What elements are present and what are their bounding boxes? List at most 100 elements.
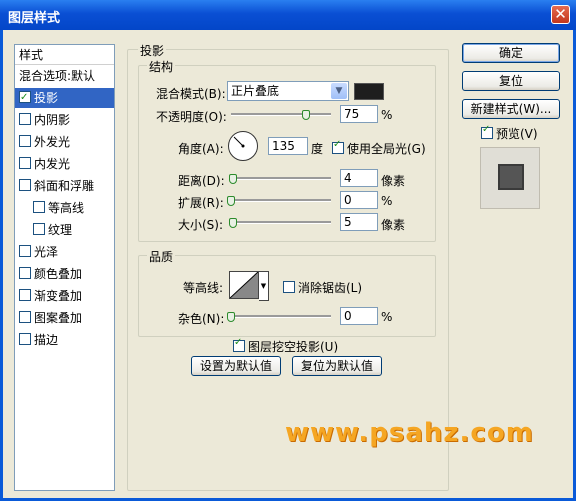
- size-label: 大小(S):: [178, 218, 224, 232]
- style-item[interactable]: 图案叠加: [15, 308, 114, 328]
- angle-dial[interactable]: [228, 131, 258, 161]
- use-global-light-checkbox[interactable]: 使用全局光(G): [332, 139, 426, 157]
- size-input[interactable]: 5: [340, 213, 378, 231]
- structure-title: 结构: [147, 58, 176, 75]
- style-item-checkbox-icon[interactable]: [19, 157, 31, 169]
- use-global-light-check-icon[interactable]: [332, 139, 344, 154]
- anti-aliased-label: 消除锯齿(L): [298, 281, 363, 295]
- style-item-label: 描边: [34, 333, 59, 347]
- style-item-checkbox-icon[interactable]: [19, 135, 31, 147]
- dialog-client-area: 样式 混合选项:默认投影内阴影外发光内发光斜面和浮雕等高线纹理光泽颜色叠加渐变叠…: [3, 30, 573, 498]
- knockout-label: 图层挖空投影(U): [248, 340, 339, 354]
- style-item[interactable]: 描边: [15, 330, 114, 350]
- use-global-light-label: 使用全局光(G): [347, 142, 426, 156]
- set-default-button[interactable]: 设置为默认值: [191, 356, 281, 376]
- title-bar[interactable]: 图层样式 ✕: [0, 0, 576, 30]
- blend-mode-select[interactable]: 正片叠底 ▼: [227, 81, 349, 101]
- spread-slider[interactable]: [231, 199, 331, 202]
- opacity-slider-thumb[interactable]: [302, 110, 310, 120]
- style-item-checkbox-icon[interactable]: [33, 223, 45, 235]
- preview-label: 预览(V): [496, 127, 538, 141]
- style-item[interactable]: 混合选项:默认: [15, 66, 114, 86]
- quality-title: 品质: [147, 248, 176, 265]
- style-item-checkbox-icon[interactable]: [19, 333, 31, 345]
- angle-unit: 度: [311, 142, 324, 156]
- chevron-down-icon[interactable]: ▼: [331, 83, 347, 99]
- distance-slider-thumb[interactable]: [229, 174, 237, 184]
- spread-unit: %: [381, 194, 393, 208]
- opacity-unit: %: [381, 108, 393, 122]
- contour-preview[interactable]: [229, 271, 259, 299]
- opacity-input[interactable]: 75: [340, 105, 378, 123]
- distance-input[interactable]: 4: [340, 169, 378, 187]
- style-item-label: 内阴影: [34, 113, 71, 127]
- style-item-label: 斜面和浮雕: [34, 179, 95, 193]
- size-slider-thumb[interactable]: [229, 218, 237, 228]
- distance-unit: 像素: [381, 174, 406, 188]
- shadow-color-swatch[interactable]: [354, 83, 384, 100]
- reset-default-button[interactable]: 复位为默认值: [292, 356, 382, 376]
- reset-button[interactable]: 复位: [462, 71, 560, 91]
- linear-contour-icon: [230, 272, 258, 298]
- blend-mode-label: 混合模式(B):: [156, 87, 226, 101]
- spread-slider-thumb[interactable]: [227, 196, 235, 206]
- style-item-checkbox-icon[interactable]: [19, 179, 31, 191]
- style-item[interactable]: 投影: [15, 88, 114, 108]
- opacity-label: 不透明度(O):: [156, 110, 227, 124]
- preview-check-icon[interactable]: [481, 124, 493, 139]
- knockout-check-icon[interactable]: [233, 337, 245, 352]
- noise-slider[interactable]: [231, 315, 331, 318]
- noise-slider-thumb[interactable]: [227, 312, 235, 322]
- layer-style-dialog: 图层样式 ✕ 样式 混合选项:默认投影内阴影外发光内发光斜面和浮雕等高线纹理光泽…: [0, 0, 576, 501]
- style-item-label: 混合选项:默认: [19, 69, 96, 83]
- ok-button[interactable]: 确定: [462, 43, 560, 63]
- styles-list-header[interactable]: 样式: [15, 45, 114, 65]
- noise-input[interactable]: 0: [340, 307, 378, 325]
- angle-needle-icon: [233, 136, 245, 148]
- style-preview: [480, 147, 540, 209]
- contour-dropdown-icon[interactable]: ▼: [259, 271, 269, 301]
- style-item-label: 颜色叠加: [34, 267, 83, 281]
- style-item[interactable]: 斜面和浮雕: [15, 176, 114, 196]
- style-item-checkbox-icon[interactable]: [19, 267, 31, 279]
- style-item[interactable]: 纹理: [15, 220, 114, 240]
- style-item-checkbox-icon[interactable]: [19, 289, 31, 301]
- distance-slider[interactable]: [231, 177, 331, 180]
- distance-label: 距离(D):: [178, 174, 225, 188]
- preview-checkbox[interactable]: 预览(V): [481, 124, 538, 142]
- angle-input[interactable]: 135: [268, 137, 308, 155]
- new-style-button[interactable]: 新建样式(W)...: [462, 99, 560, 119]
- style-item[interactable]: 颜色叠加: [15, 264, 114, 284]
- style-item-label: 外发光: [34, 135, 71, 149]
- style-item-label: 内发光: [34, 157, 71, 171]
- noise-label: 杂色(N):: [178, 312, 225, 326]
- style-item-label: 渐变叠加: [34, 289, 83, 303]
- size-slider[interactable]: [231, 221, 331, 224]
- spread-label: 扩展(R):: [178, 196, 224, 210]
- noise-unit: %: [381, 310, 393, 324]
- spread-input[interactable]: 0: [340, 191, 378, 209]
- anti-aliased-check-icon[interactable]: [283, 281, 295, 293]
- style-item-label: 等高线: [48, 201, 85, 215]
- style-item-checkbox-icon[interactable]: [33, 201, 45, 213]
- style-item[interactable]: 渐变叠加: [15, 286, 114, 306]
- close-icon[interactable]: ✕: [551, 5, 570, 24]
- style-item-checkbox-icon[interactable]: [19, 113, 31, 125]
- opacity-slider[interactable]: [231, 113, 331, 116]
- styles-list: 样式 混合选项:默认投影内阴影外发光内发光斜面和浮雕等高线纹理光泽颜色叠加渐变叠…: [14, 44, 115, 491]
- knockout-checkbox[interactable]: 图层挖空投影(U): [233, 337, 339, 355]
- size-unit: 像素: [381, 218, 406, 232]
- style-item-checkbox-icon[interactable]: [19, 88, 31, 108]
- angle-label: 角度(A):: [178, 142, 224, 156]
- blend-mode-value: 正片叠底: [231, 84, 280, 98]
- style-item-label: 光泽: [34, 245, 59, 259]
- drop-shadow-title: 投影: [138, 42, 167, 59]
- style-item[interactable]: 内阴影: [15, 110, 114, 130]
- style-item[interactable]: 等高线: [15, 198, 114, 218]
- anti-aliased-checkbox[interactable]: 消除锯齿(L): [283, 279, 362, 296]
- style-item-checkbox-icon[interactable]: [19, 311, 31, 323]
- style-item[interactable]: 光泽: [15, 242, 114, 262]
- style-item-checkbox-icon[interactable]: [19, 245, 31, 257]
- style-item[interactable]: 内发光: [15, 154, 114, 174]
- style-item[interactable]: 外发光: [15, 132, 114, 152]
